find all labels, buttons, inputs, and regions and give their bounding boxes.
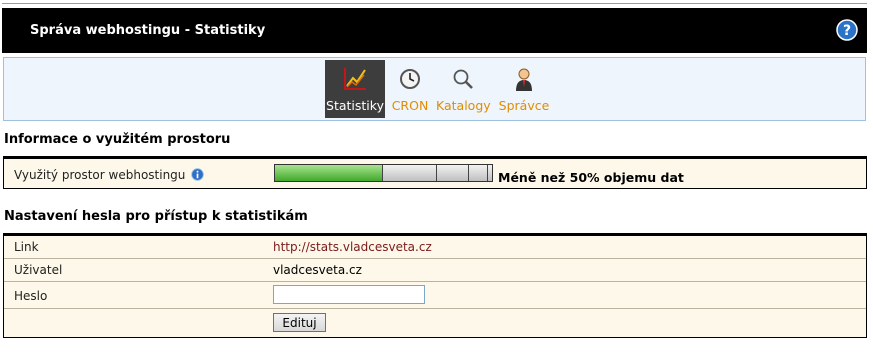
progress-segment: [436, 165, 470, 181]
tab-label: Správce: [498, 98, 550, 113]
tab-label: Katalogy: [436, 98, 491, 113]
info-icon[interactable]: [191, 168, 205, 181]
password-row: Heslo: [4, 282, 866, 309]
chart-icon: [344, 68, 366, 90]
tab-statistiky[interactable]: Statistiky: [325, 60, 385, 118]
password-heading: Nastavení hesla pro přístup k statistiká…: [4, 209, 308, 224]
module-toolbar: Statistiky CRON Katalogy Správce: [3, 57, 866, 121]
user-label: Uživatel: [14, 263, 63, 277]
admin-user-icon: [516, 68, 532, 91]
progress-segment: [469, 165, 489, 181]
password-label: Heslo: [14, 289, 48, 303]
usage-label: Využitý prostor webhostingu: [14, 168, 186, 182]
progress-segment: [275, 165, 383, 181]
password-input[interactable]: [273, 285, 425, 304]
tab-label: CRON: [391, 98, 429, 113]
usage-label-cell: Využitý prostor webhostingu: [14, 168, 205, 182]
usage-table: Využitý prostor webhostingu Méně než 50%…: [3, 156, 867, 189]
usage-row: Využitý prostor webhostingu Méně než 50%…: [4, 159, 866, 188]
password-table: Link http://stats.vladcesveta.cz Uživate…: [3, 233, 867, 338]
magnifier-icon: [453, 69, 473, 89]
top-divider: [2, 3, 867, 4]
usage-heading: Informace o využitém prostoru: [4, 132, 231, 147]
stats-link[interactable]: http://stats.vladcesveta.cz: [273, 240, 432, 254]
button-row: Edituj: [4, 309, 866, 337]
user-row: Uživatel vladcesveta.cz: [4, 259, 866, 282]
progress-segment: [382, 165, 437, 181]
tab-spravce[interactable]: Správce: [496, 60, 552, 118]
tab-label: Statistiky: [326, 98, 384, 113]
clock-icon: [400, 69, 420, 89]
link-label: Link: [14, 240, 39, 254]
tab-katalogy[interactable]: Katalogy: [436, 60, 491, 118]
user-value: vladcesveta.cz: [273, 263, 362, 277]
page-title: Správa webhostingu - Statistiky: [30, 23, 266, 38]
usage-progress-bar: [274, 164, 493, 182]
progress-segment: [488, 165, 492, 181]
page-header: Správa webhostingu - Statistiky ?: [2, 8, 867, 53]
tab-cron[interactable]: CRON: [388, 60, 432, 118]
edit-button[interactable]: Edituj: [273, 313, 326, 332]
link-row: Link http://stats.vladcesveta.cz: [4, 236, 866, 259]
svg-text:?: ?: [843, 23, 851, 39]
usage-status: Méně než 50% objemu dat: [498, 170, 684, 185]
help-icon[interactable]: ?: [836, 19, 858, 41]
